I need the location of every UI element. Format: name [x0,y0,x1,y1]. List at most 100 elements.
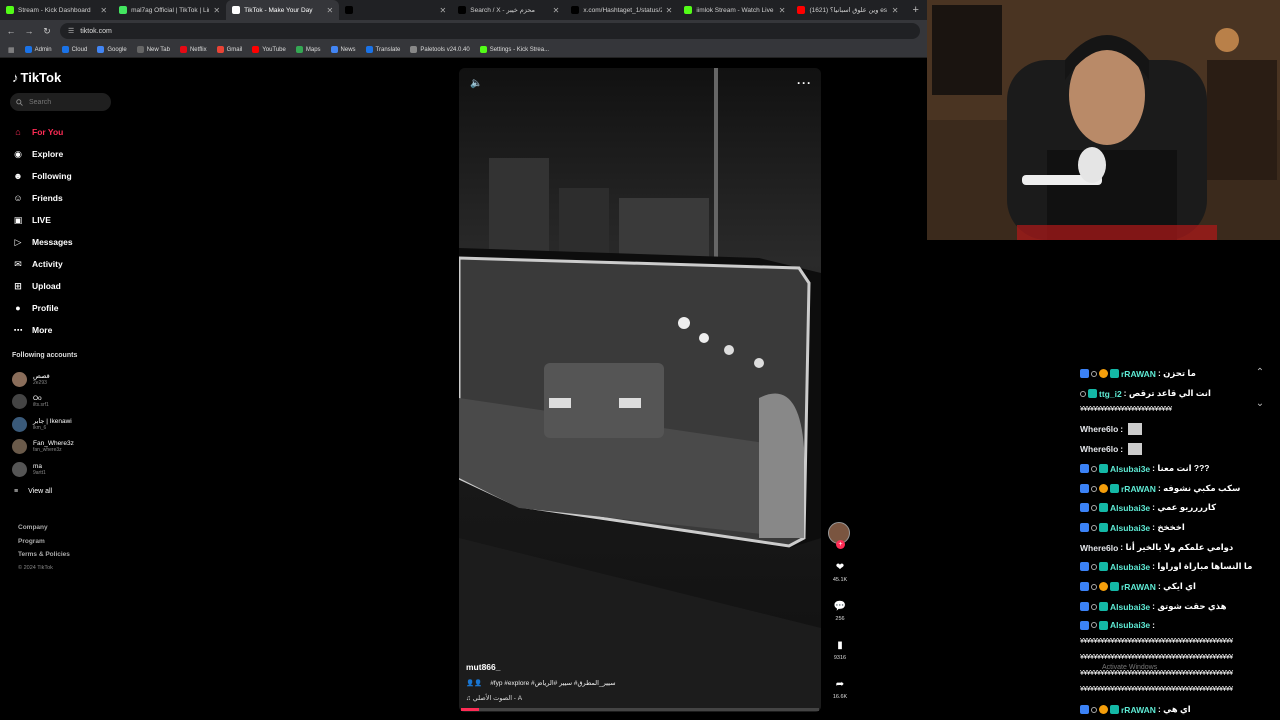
bookmark-favicon-icon [61,46,69,53]
chat-badge-icon [1080,562,1089,571]
sidebar-nav: ⌂ For You ◉ Explore ☻ Following ☺ Friends ▣ LIVE ▷… [12,121,132,341]
creator-avatar[interactable]: + [828,522,850,549]
following-account[interactable]: Fan_Where3z fan_where3z [12,436,132,459]
footer-company[interactable]: Company [18,521,70,535]
close-tab-icon[interactable]: ✕ [326,6,333,15]
chat-username[interactable]: Alsubai3e [1110,620,1150,630]
nav-item-activity[interactable]: ✉ Activity [12,253,132,275]
close-tab-icon[interactable]: ✕ [666,6,673,15]
chat-spam-line: ¥¥¥¥¥¥¥¥¥¥¥¥¥¥¥¥¥¥¥¥¥¥¥¥¥¥¥¥¥¥¥¥¥¥¥¥¥¥¥¥… [1080,654,1233,661]
follow-plus-icon[interactable]: + [836,540,845,549]
new-tab-icon[interactable]: + [905,4,927,16]
video-author[interactable]: mut866_ [466,662,501,672]
forward-icon[interactable]: → [24,26,34,36]
browser-tab[interactable]: mal7ag Official | TikTok | Linktr ✕ [113,0,226,20]
browser-tab[interactable]: ✕ [339,0,452,20]
chat-username[interactable]: ttg_i2 [1099,389,1122,399]
browser-tab[interactable]: (1621) وين علوق اسبانيا؟ es البقاء ✕ [791,0,904,20]
back-icon[interactable]: ← [6,26,16,36]
nav-item-more[interactable]: ⋯ More [12,319,132,341]
nav-item-following[interactable]: ☻ Following [12,165,132,187]
bookmark-item[interactable]: YouTube [252,46,286,53]
close-tab-icon[interactable]: ✕ [100,6,107,15]
tiktok-logo[interactable]: ♪ TikTok [12,70,61,85]
more-options-icon[interactable]: ··· [797,76,812,90]
nav-item-friends[interactable]: ☺ Friends [12,187,132,209]
video-progress-bar[interactable] [461,708,819,711]
nav-item-messages[interactable]: ▷ Messages [12,231,132,253]
chat-badge-icon [1091,563,1097,570]
video-caption[interactable]: #fyp #explore #سيير_المطرق# سيير #الرياض [490,679,615,687]
chat-username[interactable]: Alsubai3e [1110,503,1150,513]
browser-tab[interactable]: Search / X - محزم خيبر ✕ [452,0,565,20]
following-account[interactable]: Oo ilts.srf1 [12,391,132,414]
browser-tab[interactable]: Stream - Kick Dashboard ✕ [0,0,113,20]
view-all-button[interactable]: ≡ View all [14,488,52,495]
footer-links: Company Program Terms & Policies © 2024 … [18,521,70,575]
share-button[interactable]: ➦ 16.6K [828,679,852,700]
browser-tab[interactable]: TikTok - Make Your Day ✕ [226,0,340,20]
bookmark-item[interactable]: Gmail [216,46,242,53]
url-input[interactable]: ☰ tiktok.com [60,23,920,39]
account-handle: fan_where3z [33,447,62,454]
tab-favicon-icon [119,6,128,14]
volume-icon[interactable]: 🔈 [470,78,482,89]
close-tab-icon[interactable]: ✕ [892,6,899,15]
bookmark-item[interactable]: New Tab [136,46,170,53]
reload-icon[interactable]: ↻ [42,26,52,37]
browser-tab[interactable]: x.com/Hashtaget_1/status/280 ✕ [565,0,678,20]
nav-item-explore[interactable]: ◉ Explore [12,143,132,165]
chat-username[interactable]: Alsubai3e [1110,602,1150,612]
bookmark-item[interactable]: Paletools v24.0.40 [410,46,470,53]
chat-username[interactable]: Alsubai3e [1110,464,1150,474]
chat-username[interactable]: Where6lo [1080,543,1118,553]
chat-username[interactable]: rRAWAN [1121,484,1156,494]
nav-item-upload[interactable]: ⊞ Upload [12,275,132,297]
video-sound[interactable]: ♫ الصوت الأصلي - A [466,694,522,702]
footer-program[interactable]: Program [18,535,70,549]
chat-badge-icon [1099,620,1108,630]
bookmark-item[interactable]: Netflix [179,46,207,53]
chat-badge-icon [1099,562,1108,571]
close-tab-icon[interactable]: ✕ [213,6,220,15]
nav-item-for-you[interactable]: ⌂ For You [12,121,132,143]
site-info-icon[interactable]: ☰ [68,27,74,35]
tab-favicon-icon [458,6,467,14]
bookmark-item[interactable]: Admin [24,46,52,53]
nav-item-live[interactable]: ▣ LIVE [12,209,132,231]
bookmark-item[interactable]: Cloud [61,46,87,53]
nav-item-profile[interactable]: ● Profile [12,297,132,319]
chat-username[interactable]: Alsubai3e [1110,523,1150,533]
video-player[interactable] [459,68,821,712]
browser-tab[interactable]: iimlok Stream - Watch Live on ✕ [678,0,791,20]
comment-button[interactable]: 💬 256 [828,601,852,622]
close-tab-icon[interactable]: ✕ [440,6,447,15]
chat-badge-icon [1080,369,1089,378]
close-tab-icon[interactable]: ✕ [779,6,786,15]
bookmark-item[interactable]: Translate [365,46,400,53]
following-account[interactable]: ma 9artt1 [12,458,132,481]
following-account[interactable]: جابر | Ikenawi ikm_6 [12,413,132,436]
apps-icon[interactable]: ▦ [8,46,15,54]
close-tab-icon[interactable]: ✕ [553,6,560,15]
bookmark-item[interactable]: Maps [295,46,321,53]
like-button[interactable]: ❤ 45.1K [828,562,852,583]
bookmark-item[interactable]: News [330,46,356,53]
bookmark-item[interactable]: Settings - Kick Strea... [479,46,549,53]
chat-username[interactable]: Where6lo [1080,424,1118,434]
chat-text: : كارررريو عمي [1152,502,1217,512]
chat-username[interactable]: rRAWAN [1121,369,1156,379]
tab-favicon-icon [345,6,354,14]
following-account[interactable]: قصص 2e293 [12,368,132,391]
save-button[interactable]: ▮ 9316 [828,640,852,661]
search-input[interactable]: Search [10,93,111,111]
bookmark-item[interactable]: Google [97,46,127,53]
chat-username[interactable]: Where6lo [1080,444,1118,454]
video-caption-row: 👤👤 #fyp #explore #سيير_المطرق# سيير #الر… [466,679,616,687]
chat-username[interactable]: Alsubai3e [1110,562,1150,572]
chat-username[interactable]: rRAWAN [1121,705,1156,715]
emote-icon [1128,423,1143,435]
footer-terms[interactable]: Terms & Policies [18,548,70,562]
chat-badge-icon [1091,485,1097,492]
chat-username[interactable]: rRAWAN [1121,582,1156,592]
